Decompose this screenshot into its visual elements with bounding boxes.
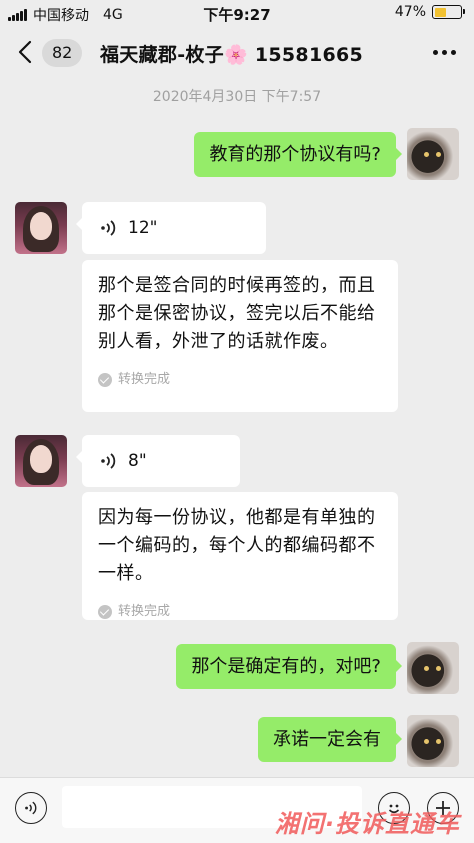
voice-transcript[interactable]: 那个是签合同的时候再签的，而且那个是保密协议，签完以后不能给别人看，外泄了的话就… xyxy=(82,260,398,412)
convert-status: 转换完成 xyxy=(118,604,171,619)
voice-duration: 8" xyxy=(128,450,147,471)
message-bubble-sent[interactable]: 承诺一定会有 xyxy=(258,717,402,762)
message-text: 教育的那个协议有吗? xyxy=(209,144,381,165)
chat-header: 82 福天藏郡-枚子🌸 15581665 xyxy=(0,26,474,80)
more-button[interactable] xyxy=(433,50,456,55)
voice-wave-icon xyxy=(100,452,118,470)
battery-percent: 47% xyxy=(394,4,426,20)
voice-transcript[interactable]: 因为每一份协议，他都是有单独的一个编码的，每个人的都编码都不一样。 转换完成 xyxy=(82,492,398,620)
contact-avatar[interactable] xyxy=(15,202,67,254)
convert-status: 转换完成 xyxy=(118,372,171,387)
input-bar: 湘问·投诉直通车 xyxy=(0,777,474,843)
chat-title: 福天藏郡-枚子🌸 15581665 xyxy=(100,44,364,66)
voice-toggle-icon xyxy=(25,801,37,815)
my-avatar[interactable] xyxy=(407,715,459,767)
chat-timestamp: 2020年4月30日 下午7:57 xyxy=(152,89,322,105)
check-circle-icon xyxy=(98,372,112,387)
message-bubble-sent[interactable]: 教育的那个协议有吗? xyxy=(194,132,402,177)
watermark: 湘问·投诉直通车 xyxy=(274,810,460,838)
check-circle-icon xyxy=(98,604,112,619)
more-dots-icon xyxy=(433,50,438,55)
voice-message[interactable]: 8" xyxy=(76,435,240,487)
voice-message[interactable]: 12" xyxy=(76,202,266,254)
message-text: 那个是确定有的，对吧? xyxy=(191,656,381,677)
message-bubble-sent[interactable]: 那个是确定有的，对吧? xyxy=(176,644,402,689)
back-button[interactable] xyxy=(14,36,38,68)
my-avatar[interactable] xyxy=(407,128,459,180)
transcript-text: 因为每一份协议，他都是有单独的一个编码的，每个人的都编码都不一样。 xyxy=(98,507,376,584)
voice-duration: 12" xyxy=(128,217,158,238)
transcript-text: 那个是签合同的时候再签的，而且那个是保密协议，签完以后不能给别人看，外泄了的话就… xyxy=(98,275,376,352)
chevron-left-icon xyxy=(18,40,32,64)
contact-avatar[interactable] xyxy=(15,435,67,487)
message-text: 承诺一定会有 xyxy=(273,729,381,750)
battery-icon xyxy=(432,5,465,19)
status-bar: 中国移动 4G 下午9:27 47% xyxy=(0,0,474,26)
my-avatar[interactable] xyxy=(407,642,459,694)
voice-toggle-button[interactable] xyxy=(15,792,47,824)
voice-wave-icon xyxy=(100,219,118,237)
unread-count-badge[interactable]: 82 xyxy=(42,39,83,67)
